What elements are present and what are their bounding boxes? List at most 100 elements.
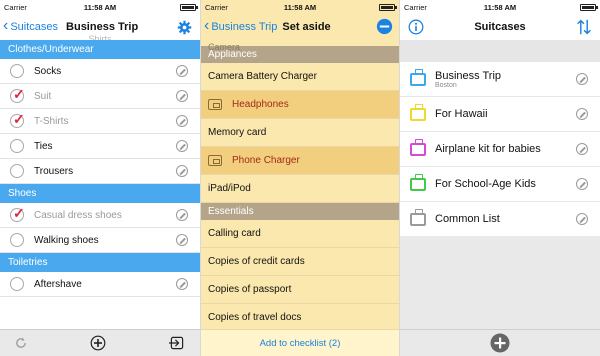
add-to-checklist-link[interactable]: Add to checklist (2) (260, 338, 341, 349)
chevron-left-icon: ‹ (204, 17, 210, 34)
checklist-item[interactable]: ✓ Suit (0, 84, 200, 109)
checkbox[interactable]: ✓ (10, 86, 25, 103)
checkbox[interactable] (10, 277, 24, 291)
sort-icon[interactable] (576, 18, 592, 36)
set-aside-item[interactable]: Headphones (201, 91, 399, 119)
item-label: Phone Charger (232, 155, 300, 166)
status-bar: Carrier 11:58 AM (400, 0, 600, 14)
suitcase-row[interactable]: For Hawaii (400, 97, 600, 132)
checklist-item[interactable]: ✓ Casual dress shoes (0, 203, 200, 228)
edit-icon[interactable] (176, 278, 188, 290)
set-aside-toolbar: Add to checklist (2) (201, 329, 399, 356)
battery-icon (379, 3, 397, 11)
edit-icon[interactable] (176, 140, 188, 152)
header-spacer (400, 40, 600, 62)
nav-bar: ‹ Business Trip Set aside (201, 14, 399, 40)
item-label: Copies of travel docs (208, 312, 302, 323)
battery-icon (580, 3, 598, 11)
page-title: Suitcases (474, 21, 526, 33)
suitcase-name: For School-Age Kids (435, 178, 536, 190)
edit-icon[interactable] (576, 143, 588, 155)
edit-icon[interactable] (176, 65, 188, 77)
checklist-item[interactable]: ✓ T-Shirts (0, 109, 200, 134)
item-label: Socks (34, 65, 62, 77)
nav-bar: Suitcases (400, 14, 600, 40)
partial-row: Camera (208, 42, 241, 52)
suitcase-list: Business Trip Boston For Hawaii Airplane ki… (400, 62, 600, 237)
edit-icon[interactable] (176, 209, 188, 221)
suitcase-row[interactable]: For School-Age Kids (400, 167, 600, 202)
suitcase-row[interactable]: Business Trip Boston (400, 62, 600, 97)
time-label: 11:58 AM (83, 2, 117, 12)
item-label: Copies of credit cards (208, 256, 305, 267)
edit-icon[interactable] (576, 178, 588, 190)
checklist-item[interactable]: Trousers (0, 159, 200, 184)
checkbox[interactable]: ✓ (10, 111, 25, 128)
edit-icon[interactable] (176, 234, 188, 246)
checklist-item[interactable]: Walking shoes (0, 228, 200, 253)
item-label: iPad/iPod (208, 183, 251, 194)
time-label: 11:58 AM (483, 2, 517, 12)
set-aside-item[interactable]: Calling card (201, 220, 399, 248)
item-label: Walking shoes (34, 234, 99, 246)
suitcase-icon (410, 208, 426, 226)
item-label: T-Shirts (34, 115, 69, 127)
suitcase-icon (410, 68, 426, 86)
back-button[interactable]: ‹ Suitcases (0, 17, 59, 34)
item-label: Casual dress shoes (34, 209, 122, 221)
edit-icon[interactable] (576, 213, 588, 225)
checkbox[interactable] (10, 233, 24, 247)
chevron-left-icon: ‹ (3, 17, 9, 34)
set-aside-item[interactable]: Camera Battery Charger (201, 63, 399, 91)
edit-icon[interactable] (176, 165, 188, 177)
add-circle-icon[interactable] (90, 335, 106, 351)
edit-icon[interactable] (176, 115, 188, 127)
checkbox[interactable] (10, 64, 24, 78)
gear-icon[interactable] (177, 20, 192, 35)
remove-circle-icon[interactable] (376, 18, 393, 35)
suitcase-row[interactable]: Airplane kit for babies (400, 132, 600, 167)
suitcase-name: Common List (435, 213, 500, 225)
set-aside-icon[interactable] (168, 335, 186, 351)
edit-icon[interactable] (576, 108, 588, 120)
edit-icon[interactable] (576, 73, 588, 85)
checklist-item[interactable]: Aftershave (0, 272, 200, 297)
checkbox[interactable] (10, 139, 24, 153)
set-aside-item[interactable]: iPad/iPod (201, 175, 399, 203)
suitcase-icon (410, 138, 426, 156)
time-label: 11:58 AM (283, 2, 317, 12)
set-aside-list: Camera Appliances Camera Battery Charger H… (201, 42, 399, 332)
back-label: Suitcases (10, 21, 59, 33)
checklist-toolbar (0, 329, 200, 356)
refresh-icon[interactable] (14, 336, 28, 350)
set-aside-item[interactable]: Copies of travel docs (201, 304, 399, 332)
back-button[interactable]: ‹ Business Trip (201, 17, 277, 34)
set-aside-item[interactable]: Copies of credit cards (201, 248, 399, 276)
edit-icon[interactable] (176, 90, 188, 102)
item-label: Headphones (232, 99, 289, 110)
item-label: Suit (34, 90, 52, 102)
empty-area (400, 236, 600, 329)
set-aside-item[interactable]: Copies of passport (201, 276, 399, 304)
suitcases-toolbar (400, 329, 600, 356)
suitcase-label: For School-Age Kids (435, 178, 576, 190)
checkbox[interactable]: ✓ (10, 205, 25, 222)
unplug-icon (208, 155, 222, 166)
item-label: Aftershave (34, 278, 82, 290)
checklist-item[interactable]: Ties (0, 134, 200, 159)
item-label: Camera Battery Charger (208, 71, 317, 82)
checkbox[interactable] (10, 164, 24, 178)
suitcase-label: For Hawaii (435, 108, 576, 120)
add-icon[interactable] (490, 333, 510, 353)
item-label: Copies of passport (208, 284, 292, 295)
item-label: Ties (34, 140, 53, 152)
checkmark-icon: ✓ (13, 86, 25, 102)
checklist-item[interactable]: Socks (0, 59, 200, 84)
suitcase-row[interactable]: Common List (400, 202, 600, 237)
set-aside-item[interactable]: Phone Charger (201, 147, 399, 175)
suitcase-icon (410, 173, 426, 191)
suitcase-label: Airplane kit for babies (435, 143, 576, 155)
status-bar: Carrier 11:58 AM (0, 0, 200, 14)
set-aside-item[interactable]: Memory card (201, 119, 399, 147)
suitcase-icon (410, 103, 426, 121)
